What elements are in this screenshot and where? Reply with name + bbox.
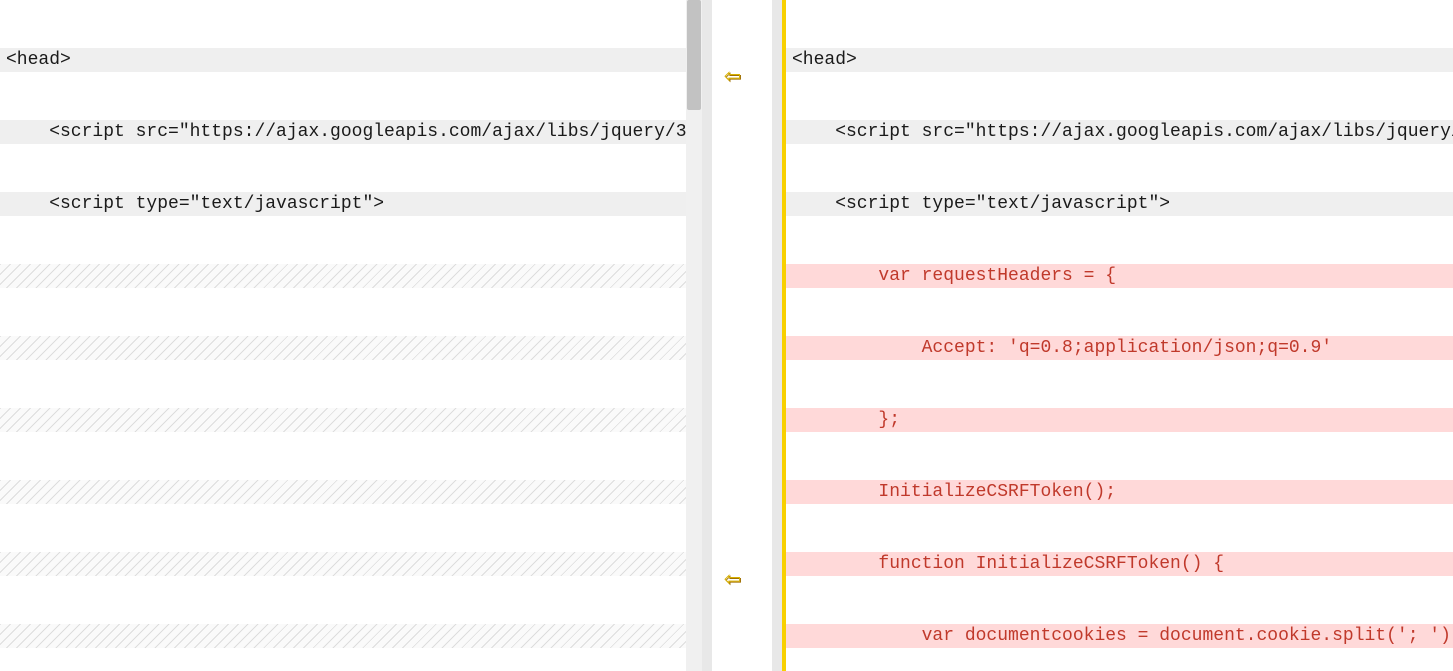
diff-pane-right[interactable]: <head> <script src="https://ajax.googlea… xyxy=(782,0,1453,671)
code-line: <script type="text/javascript"> xyxy=(0,192,686,216)
missing-line xyxy=(0,264,686,288)
code-line: <script src="https://ajax.googleapis.com… xyxy=(0,120,686,144)
added-line: }; xyxy=(786,408,1453,432)
diff-pane-left[interactable]: <head> <script src="https://ajax.googlea… xyxy=(0,0,686,671)
scroll-thumb[interactable] xyxy=(687,0,701,110)
missing-line xyxy=(0,480,686,504)
gutter-inner xyxy=(712,0,772,671)
added-line: function InitializeCSRFToken() { xyxy=(786,552,1453,576)
added-line: InitializeCSRFToken(); xyxy=(786,480,1453,504)
missing-line xyxy=(0,336,686,360)
code-line: <script src="https://ajax.googleapis.com… xyxy=(786,120,1453,144)
merge-left-arrow-icon[interactable]: ⇦ xyxy=(724,569,741,593)
diff-gutter[interactable]: ⇦ ⇦ xyxy=(702,0,782,671)
added-line: var documentcookies = document.cookie.sp… xyxy=(786,624,1453,648)
missing-line xyxy=(0,408,686,432)
added-line: var requestHeaders = { xyxy=(786,264,1453,288)
missing-line xyxy=(0,624,686,648)
code-line: <script type="text/javascript"> xyxy=(786,192,1453,216)
added-line: Accept: 'q=0.8;application/json;q=0.9' xyxy=(786,336,1453,360)
scrollbar-left[interactable] xyxy=(686,0,702,671)
code-line: <head> xyxy=(786,48,1453,72)
code-line: <head> xyxy=(0,48,686,72)
merge-left-arrow-icon[interactable]: ⇦ xyxy=(724,66,741,90)
missing-line xyxy=(0,552,686,576)
